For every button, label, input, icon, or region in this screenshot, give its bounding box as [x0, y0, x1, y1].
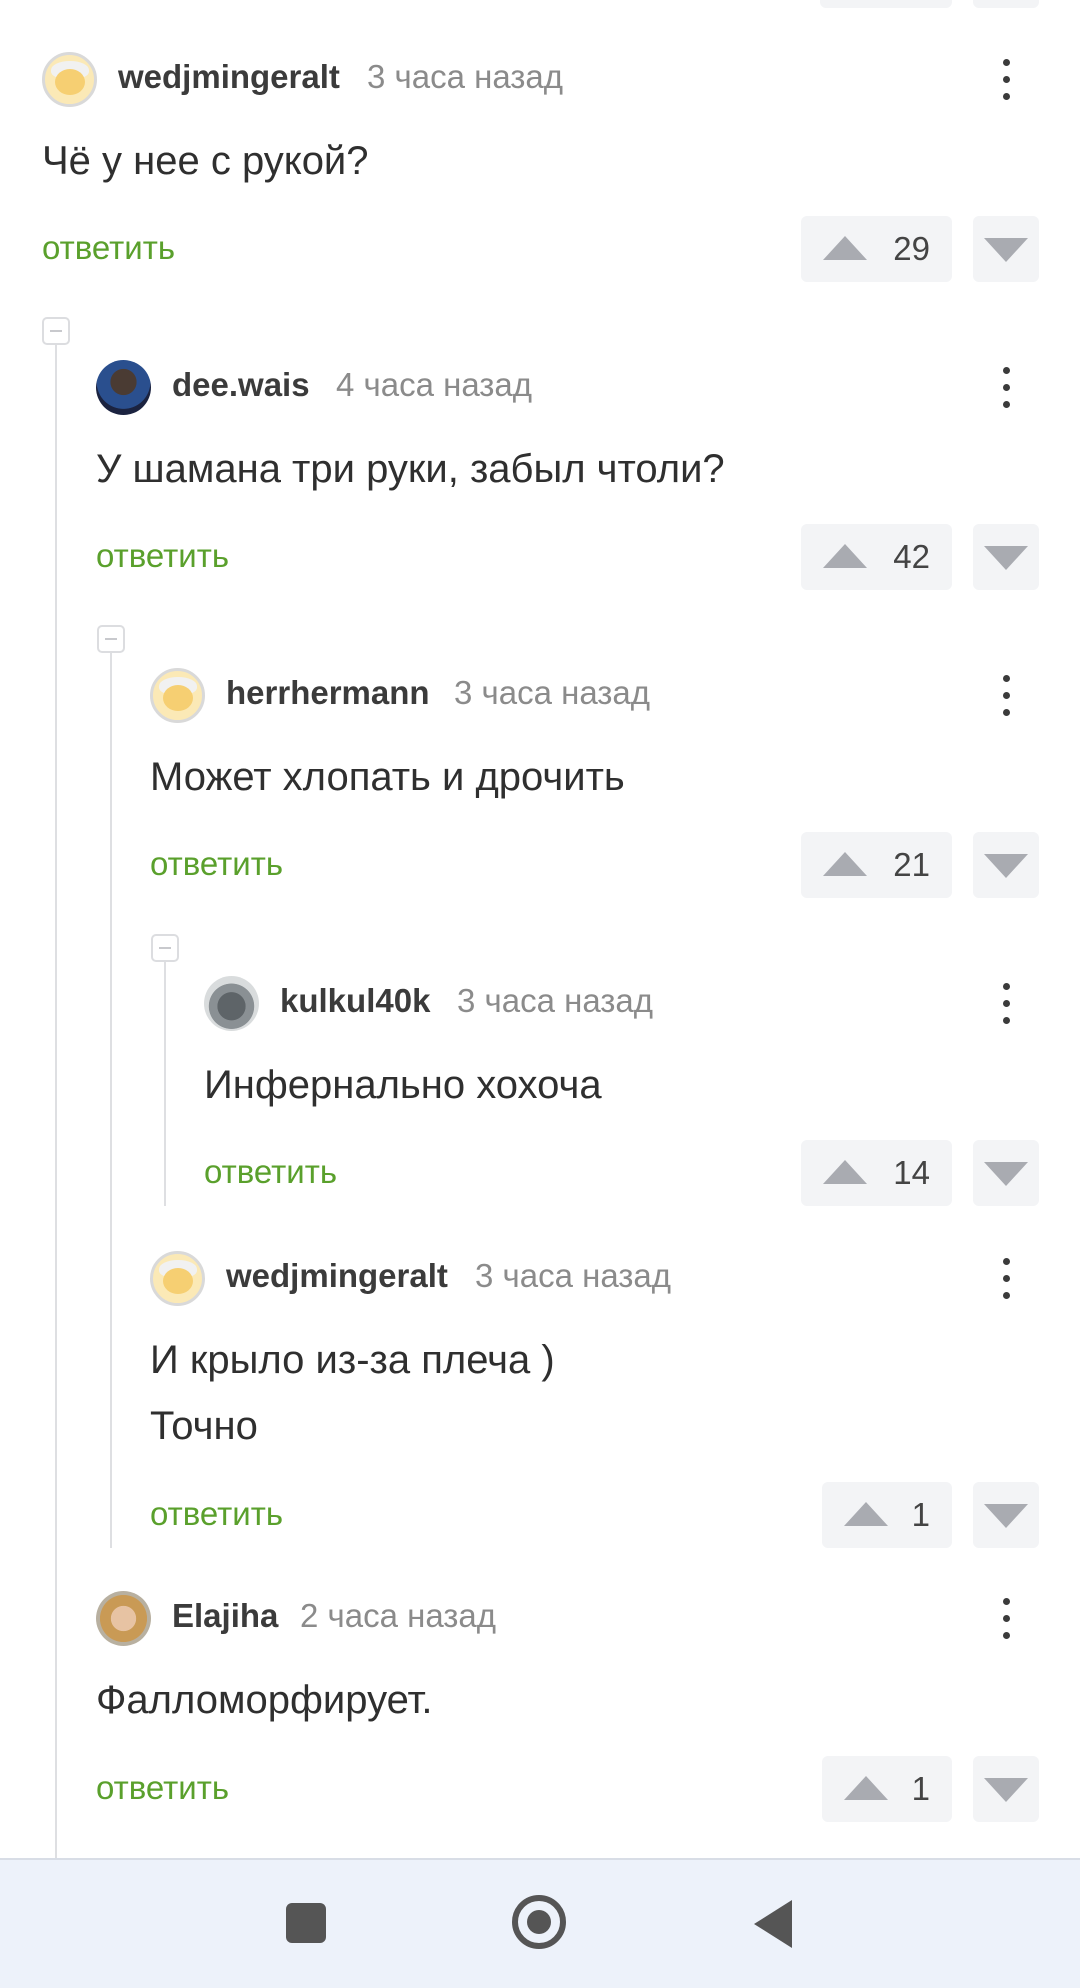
vote-count: 1 [911, 1770, 930, 1807]
arrow-up-icon [844, 1776, 888, 1800]
comment-time: 2 часа назад [300, 1597, 497, 1634]
thread-line-level2 [110, 652, 112, 1548]
vote-count: 29 [893, 230, 930, 267]
more-options-icon[interactable] [986, 668, 1026, 724]
arrow-up-icon [844, 1502, 888, 1526]
arrow-up-icon [823, 1160, 867, 1184]
comment-text: Инфернально хохоча [204, 1063, 602, 1107]
comment-text-line: Точно [150, 1404, 258, 1448]
upvote-button[interactable]: 29 [801, 216, 952, 282]
reply-link[interactable]: ответить [204, 1153, 337, 1191]
username[interactable]: Elajiha [172, 1597, 278, 1635]
reply-link[interactable]: ответить [150, 845, 283, 883]
arrow-up-icon [823, 236, 867, 260]
username[interactable]: herrhermann [226, 674, 430, 712]
downvote-button[interactable] [973, 1140, 1039, 1206]
thread-line-level1 [55, 345, 57, 1858]
arrow-up-icon [823, 852, 867, 876]
system-navigation-bar [0, 1858, 1080, 1988]
reply-link[interactable]: ответить [96, 1769, 229, 1807]
upvote-button[interactable]: 1 [822, 1756, 952, 1822]
avatar[interactable] [150, 1251, 205, 1306]
comment-text: Фалломорфирует. [96, 1678, 433, 1722]
downvote-button[interactable] [973, 216, 1039, 282]
downvote-button[interactable] [973, 1482, 1039, 1548]
username[interactable]: kulkul40k [280, 982, 430, 1020]
more-options-icon[interactable] [986, 52, 1026, 108]
comment-text: Может хлопать и дрочить [150, 755, 625, 799]
vote-count: 14 [893, 1154, 930, 1191]
arrow-down-icon [984, 1778, 1028, 1802]
more-options-icon[interactable] [986, 360, 1026, 416]
arrow-down-icon [984, 854, 1028, 878]
vote-count: 21 [893, 846, 930, 883]
reply-link[interactable]: ответить [42, 229, 175, 267]
comment-text: У шамана три руки, забыл чтоли? [96, 447, 725, 491]
triangle-back-icon[interactable] [754, 1900, 792, 1948]
avatar[interactable] [96, 360, 151, 415]
circle-home-icon[interactable] [512, 1895, 566, 1949]
comment-time: 3 часа назад [457, 982, 654, 1019]
collapse-thread-button[interactable] [151, 934, 179, 962]
avatar[interactable] [150, 668, 205, 723]
vote-count: 42 [893, 538, 930, 575]
upvote-button[interactable]: 21 [801, 832, 952, 898]
downvote-button[interactable] [973, 832, 1039, 898]
downvote-button[interactable] [973, 1756, 1039, 1822]
username[interactable]: wedjmingeralt [118, 58, 340, 96]
more-options-icon[interactable] [986, 1251, 1026, 1307]
downvote-box-partial [973, 0, 1039, 8]
arrow-down-icon [984, 1162, 1028, 1186]
comment-text: Чё у нее с рукой? [42, 139, 369, 183]
reply-link[interactable]: ответить [150, 1495, 283, 1533]
upvote-button[interactable]: 14 [801, 1140, 952, 1206]
upvote-button[interactable]: 42 [801, 524, 952, 590]
square-recents-icon[interactable] [286, 1903, 326, 1943]
more-options-icon[interactable] [986, 1591, 1026, 1647]
vote-count: 1 [911, 1496, 930, 1533]
avatar[interactable] [42, 52, 97, 107]
upvote-button[interactable]: 1 [822, 1482, 952, 1548]
vote-box-partial [820, 0, 952, 8]
collapse-thread-button[interactable] [97, 625, 125, 653]
arrow-down-icon [984, 546, 1028, 570]
username[interactable]: dee.wais [172, 366, 310, 404]
comment-time: 4 часа назад [336, 366, 533, 403]
reply-link[interactable]: ответить [96, 537, 229, 575]
arrow-up-icon [823, 544, 867, 568]
arrow-down-icon [984, 1504, 1028, 1528]
collapse-thread-button[interactable] [42, 317, 70, 345]
arrow-down-icon [984, 238, 1028, 262]
thread-line-level3 [164, 962, 166, 1206]
comment-time: 3 часа назад [475, 1257, 672, 1294]
avatar[interactable] [204, 976, 259, 1031]
avatar[interactable] [96, 1591, 151, 1646]
username[interactable]: wedjmingeralt [226, 1257, 448, 1295]
more-options-icon[interactable] [986, 976, 1026, 1032]
comment-time: 3 часа назад [367, 58, 564, 95]
comment-text-line: И крыло из-за плеча ) [150, 1338, 555, 1382]
comment-time: 3 часа назад [454, 674, 651, 711]
downvote-button[interactable] [973, 524, 1039, 590]
